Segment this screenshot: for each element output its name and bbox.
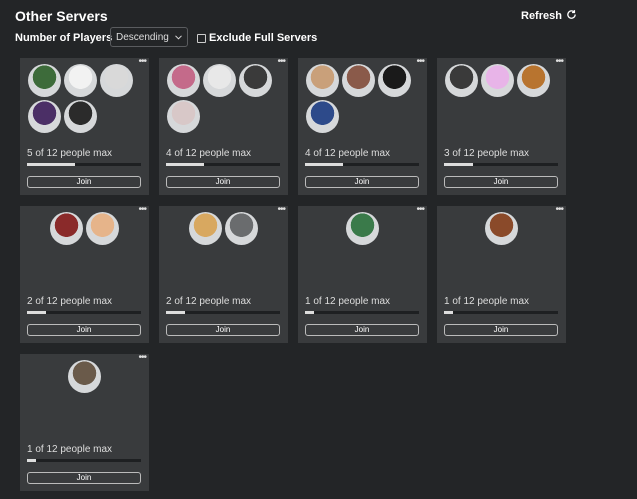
- capacity-bar-fill: [166, 311, 185, 314]
- server-card: ••• 1 of 12 people max Join: [20, 353, 149, 491]
- avatar[interactable]: [100, 64, 133, 97]
- refresh-button[interactable]: Refresh: [521, 9, 577, 23]
- capacity-bar: [166, 163, 280, 166]
- server-card: ••• 5 of 12 people max Join: [20, 57, 149, 195]
- player-count: 4 of 12 people max: [305, 148, 391, 159]
- join-button[interactable]: Join: [166, 324, 280, 336]
- sort-value: Descending: [116, 31, 169, 43]
- capacity-bar: [444, 163, 558, 166]
- capacity-bar-fill: [27, 311, 46, 314]
- capacity-bar-fill: [27, 163, 75, 166]
- avatar[interactable]: [378, 64, 411, 97]
- join-button[interactable]: Join: [166, 176, 280, 188]
- avatar[interactable]: [239, 64, 272, 97]
- player-avatars: [159, 212, 288, 245]
- capacity-bar: [444, 311, 558, 314]
- avatar[interactable]: [485, 212, 518, 245]
- player-count: 1 of 12 people max: [444, 296, 530, 307]
- avatar[interactable]: [86, 212, 119, 245]
- server-card: ••• 4 of 12 people max Join: [298, 57, 427, 195]
- avatar[interactable]: [481, 64, 514, 97]
- page-title: Other Servers: [15, 8, 108, 24]
- server-card: ••• 1 of 12 people max Join: [437, 205, 566, 343]
- player-avatars: [20, 212, 149, 245]
- exclude-full-servers-checkbox[interactable]: [197, 33, 206, 43]
- sort-label: Number of Players: [15, 32, 113, 44]
- capacity-bar-fill: [444, 311, 454, 314]
- refresh-label: Refresh: [521, 10, 562, 22]
- avatar[interactable]: [203, 64, 236, 97]
- sort-dropdown[interactable]: Descending: [110, 27, 188, 47]
- join-button[interactable]: Join: [27, 472, 141, 484]
- avatar[interactable]: [225, 212, 258, 245]
- avatar[interactable]: [167, 100, 200, 133]
- avatar[interactable]: [306, 64, 339, 97]
- capacity-bar: [27, 163, 141, 166]
- avatar[interactable]: [68, 360, 101, 393]
- player-count: 1 of 12 people max: [305, 296, 391, 307]
- avatar[interactable]: [28, 100, 61, 133]
- refresh-icon: [566, 9, 577, 23]
- capacity-bar-fill: [27, 459, 37, 462]
- avatar[interactable]: [64, 100, 97, 133]
- join-button[interactable]: Join: [27, 324, 141, 336]
- capacity-bar: [166, 311, 280, 314]
- player-avatars: [298, 212, 427, 245]
- capacity-bar-fill: [305, 163, 343, 166]
- join-button[interactable]: Join: [444, 176, 558, 188]
- player-avatars: [437, 212, 566, 245]
- avatar[interactable]: [346, 212, 379, 245]
- avatar[interactable]: [306, 100, 339, 133]
- join-button[interactable]: Join: [305, 324, 419, 336]
- player-avatars: [20, 360, 149, 393]
- avatar[interactable]: [50, 212, 83, 245]
- player-count: 3 of 12 people max: [444, 148, 530, 159]
- avatar[interactable]: [64, 64, 97, 97]
- server-card: ••• 4 of 12 people max Join: [159, 57, 288, 195]
- avatar[interactable]: [167, 64, 200, 97]
- player-count: 5 of 12 people max: [27, 148, 113, 159]
- capacity-bar: [305, 163, 419, 166]
- player-count: 2 of 12 people max: [166, 296, 252, 307]
- server-card: ••• 1 of 12 people max Join: [298, 205, 427, 343]
- chevron-down-icon: [174, 32, 182, 43]
- avatar[interactable]: [517, 64, 550, 97]
- player-count: 1 of 12 people max: [27, 444, 113, 455]
- player-avatars: [306, 64, 422, 133]
- join-button[interactable]: Join: [27, 176, 141, 188]
- avatar[interactable]: [445, 64, 478, 97]
- join-button[interactable]: Join: [444, 324, 558, 336]
- server-card: ••• 2 of 12 people max Join: [159, 205, 288, 343]
- player-count: 4 of 12 people max: [166, 148, 252, 159]
- player-avatars: [28, 64, 144, 133]
- player-avatars: [445, 64, 561, 97]
- join-button[interactable]: Join: [305, 176, 419, 188]
- exclude-full-servers-toggle[interactable]: Exclude Full Servers: [197, 32, 317, 44]
- avatar[interactable]: [189, 212, 222, 245]
- capacity-bar: [27, 459, 141, 462]
- player-count: 2 of 12 people max: [27, 296, 113, 307]
- player-avatars: [167, 64, 283, 133]
- exclude-full-servers-label: Exclude Full Servers: [209, 32, 318, 44]
- server-grid: ••• 5 of 12 people max Join ••• 4 of 12 peop…: [20, 57, 566, 491]
- capacity-bar-fill: [444, 163, 473, 166]
- capacity-bar-fill: [305, 311, 315, 314]
- avatar[interactable]: [342, 64, 375, 97]
- server-card: ••• 3 of 12 people max Join: [437, 57, 566, 195]
- server-card: ••• 2 of 12 people max Join: [20, 205, 149, 343]
- capacity-bar: [27, 311, 141, 314]
- capacity-bar-fill: [166, 163, 204, 166]
- capacity-bar: [305, 311, 419, 314]
- avatar[interactable]: [28, 64, 61, 97]
